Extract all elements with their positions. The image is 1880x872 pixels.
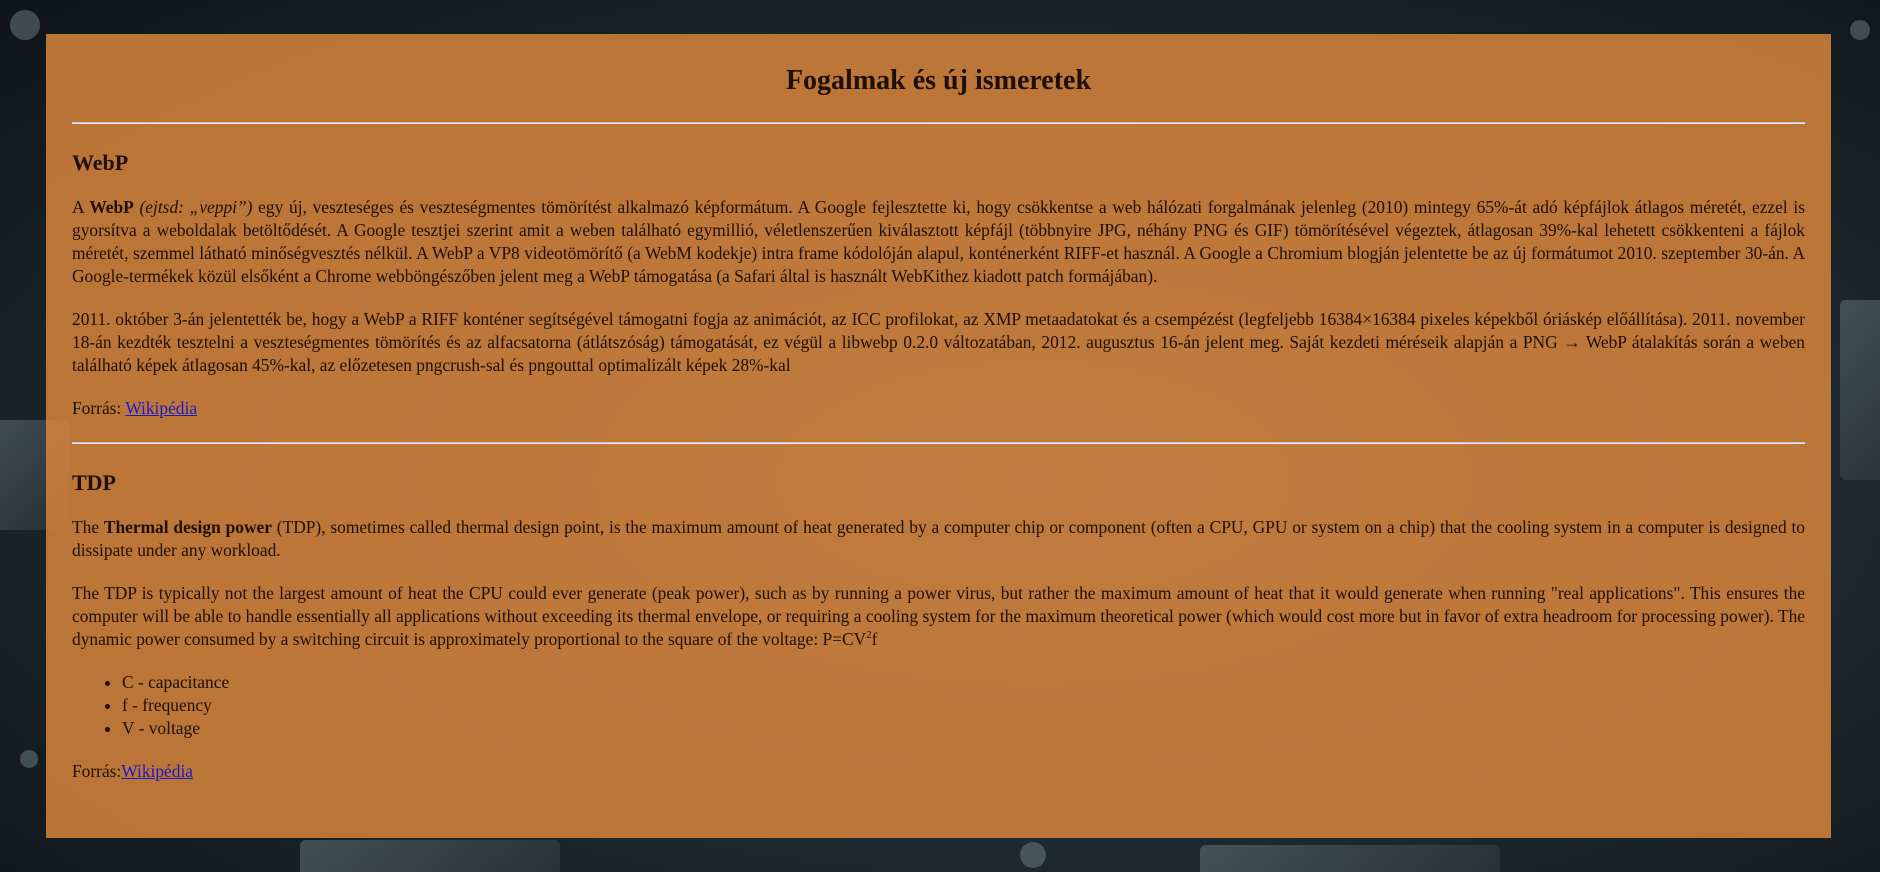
webp-source: Forrás: Wikipédia xyxy=(72,398,198,418)
webp-heading: WebP xyxy=(72,150,129,175)
webp-term: WebP xyxy=(89,197,134,217)
tdp-term: Thermal design power xyxy=(103,517,272,537)
content-panel: Fogalmak és új ismeretek WebP A WebP (ej… xyxy=(46,34,1831,838)
tdp-paragraph-2: The TDP is typically not the largest amo… xyxy=(72,583,1805,649)
variable-list: C - capacitance f - frequency V - voltag… xyxy=(72,671,1805,740)
list-item: f - frequency xyxy=(122,694,1805,717)
page-title: Fogalmak és új ismeretek xyxy=(785,65,1092,96)
webp-section: WebP A WebP (ejtsd: „veppi”) egy új, ves… xyxy=(72,150,1805,420)
list-item: C - capacitance xyxy=(122,671,1805,694)
tdp-source: Forrás:Wikipédia xyxy=(72,761,194,781)
tdp-paragraph-1: The Thermal design power (TDP), sometime… xyxy=(72,517,1805,560)
webp-wikipedia-link[interactable]: Wikipédia xyxy=(125,398,197,418)
webp-paragraph-2: 2011. október 3-án jelentették be, hogy … xyxy=(72,309,1805,375)
divider xyxy=(72,122,1805,124)
tdp-wikipedia-link[interactable]: Wikipédia xyxy=(121,761,193,781)
divider xyxy=(72,442,1805,444)
tdp-section: TDP The Thermal design power (TDP), some… xyxy=(72,470,1805,783)
tdp-heading: TDP xyxy=(72,470,116,495)
webp-paragraph-1: A WebP (ejtsd: „veppi”) egy új, vesztesé… xyxy=(72,197,1805,286)
list-item: V - voltage xyxy=(122,717,1805,740)
webp-pronunciation: (ejtsd: „veppi”) xyxy=(133,197,253,217)
